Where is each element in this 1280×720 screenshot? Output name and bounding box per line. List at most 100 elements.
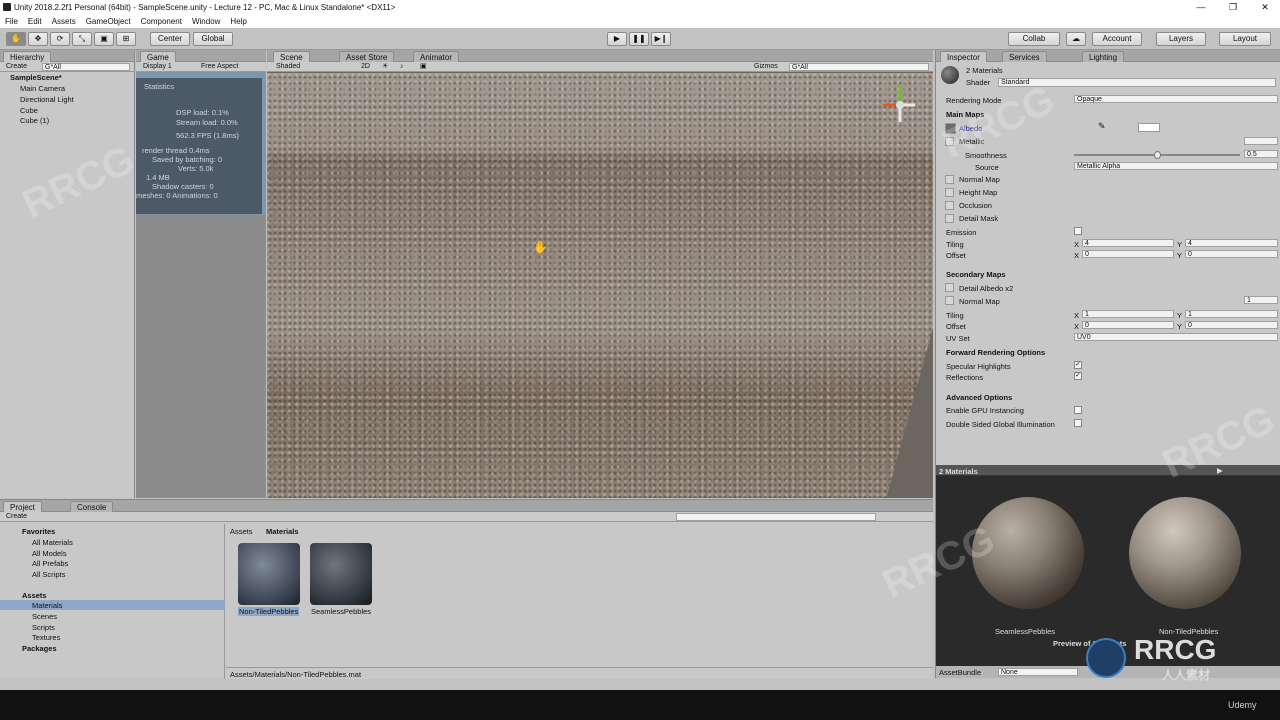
layers-button[interactable]: Layers	[1156, 32, 1206, 46]
project-create-button[interactable]: Create	[3, 513, 30, 521]
gizmos-select[interactable]: Gizmos	[751, 63, 781, 71]
tab-hierarchy[interactable]: Hierarchy	[3, 51, 52, 62]
pivot-center-button[interactable]: Center	[150, 32, 190, 46]
tab-animator[interactable]: Animator	[413, 51, 460, 62]
play-icon[interactable]: ▶	[607, 32, 627, 46]
menu-window[interactable]: Window	[192, 17, 220, 26]
tab-lighting[interactable]: Lighting	[1082, 51, 1125, 62]
effects-toggle-icon[interactable]: ▣	[417, 63, 430, 71]
smoothness-value-field[interactable]: 0.5	[1244, 150, 1278, 158]
asset-label[interactable]: SeamlessPebbles	[311, 607, 371, 616]
scene-search-input[interactable]: G*All	[789, 63, 929, 71]
tiling-y-field[interactable]: 4	[1185, 239, 1278, 247]
eyedropper-icon[interactable]: ✎	[1098, 121, 1106, 132]
scene-root[interactable]: SampleScene*	[10, 73, 62, 82]
smoothness-slider-track[interactable]	[1074, 151, 1240, 159]
account-button[interactable]: Account	[1092, 32, 1142, 46]
pivot-global-button[interactable]: Global	[193, 32, 233, 46]
layout-button[interactable]: Layout	[1219, 32, 1271, 46]
minimize-icon[interactable]: —	[1186, 0, 1216, 15]
collab-button[interactable]: Collab	[1008, 32, 1060, 46]
cloud-icon[interactable]: ☁	[1066, 32, 1086, 46]
asset-thumb-seamless[interactable]	[310, 543, 372, 605]
occlusion-slot[interactable]	[945, 201, 954, 210]
rect-tool-icon[interactable]: ▣	[94, 32, 114, 46]
assetbundle-select[interactable]: None	[998, 668, 1078, 676]
hierarchy-item[interactable]: Directional Light	[20, 95, 74, 104]
menu-assets[interactable]: Assets	[52, 17, 76, 26]
smoothness-slider-thumb[interactable]	[1154, 151, 1161, 159]
pause-icon[interactable]: ❚❚	[629, 32, 649, 46]
double-sided-checkbox[interactable]	[1074, 419, 1082, 427]
albedo-slot[interactable]	[945, 123, 956, 134]
normal-map-2-slot[interactable]	[945, 296, 954, 305]
shading-mode-select[interactable]: Shaded	[273, 63, 303, 71]
source-select[interactable]: Metallic Alpha	[1074, 162, 1278, 170]
lighting-toggle-icon[interactable]: ☀	[379, 63, 391, 71]
audio-toggle-icon[interactable]: ♪	[397, 63, 407, 71]
rotate-tool-icon[interactable]: ⟳	[50, 32, 70, 46]
sec-offset-x-field[interactable]: 0	[1082, 321, 1174, 329]
breadcrumb-materials[interactable]: Materials	[266, 527, 299, 536]
uvset-select[interactable]: UV0	[1074, 333, 1278, 341]
tab-project[interactable]: Project	[3, 501, 42, 512]
packages-heading[interactable]: Packages	[22, 644, 57, 653]
menu-component[interactable]: Component	[141, 17, 182, 26]
normal-scale-field[interactable]: 1	[1244, 296, 1278, 304]
detail-albedo-slot[interactable]	[945, 283, 954, 292]
folder-item[interactable]: Scenes	[32, 612, 57, 621]
breadcrumb-assets[interactable]: Assets	[230, 527, 253, 536]
hierarchy-item[interactable]: Cube	[20, 106, 38, 115]
menu-edit[interactable]: Edit	[28, 17, 42, 26]
folder-item[interactable]: Scripts	[32, 623, 55, 632]
favorites-item[interactable]: All Materials	[32, 538, 73, 547]
hierarchy-item[interactable]: Cube (1)	[20, 116, 49, 125]
favorites-heading[interactable]: Favorites	[22, 527, 55, 536]
project-search-input[interactable]	[676, 513, 876, 521]
close-icon[interactable]: ✕	[1250, 0, 1280, 15]
menu-file[interactable]: File	[5, 17, 18, 26]
folder-item[interactable]: Textures	[32, 633, 60, 642]
assets-heading[interactable]: Assets	[22, 591, 47, 600]
offset-y-field[interactable]: 0	[1185, 250, 1278, 258]
tab-game[interactable]: Game	[140, 51, 176, 62]
favorites-item[interactable]: All Prefabs	[32, 559, 68, 568]
offset-x-field[interactable]: 0	[1082, 250, 1174, 258]
reflections-checkbox[interactable]: ✓	[1074, 372, 1082, 380]
normal-map-slot[interactable]	[945, 175, 954, 184]
specular-checkbox[interactable]: ✓	[1074, 361, 1082, 369]
favorites-item[interactable]: All Scripts	[32, 570, 65, 579]
scene-gizmo[interactable]	[875, 80, 925, 130]
menu-gameobject[interactable]: GameObject	[86, 17, 131, 26]
menu-help[interactable]: Help	[230, 17, 246, 26]
emission-checkbox[interactable]	[1074, 227, 1082, 235]
hierarchy-search-input[interactable]: G*All	[42, 63, 130, 71]
hierarchy-item[interactable]: Main Camera	[20, 84, 65, 93]
tab-console[interactable]: Console	[70, 501, 114, 512]
asset-label[interactable]: Non-TiledPebbles	[238, 607, 300, 616]
step-icon[interactable]: ▶❙	[651, 32, 671, 46]
metallic-slot[interactable]	[945, 137, 954, 146]
toggle-2d-button[interactable]: 2D	[358, 63, 373, 71]
tab-inspector[interactable]: Inspector	[940, 51, 987, 62]
favorites-item[interactable]: All Models	[32, 549, 67, 558]
detail-mask-slot[interactable]	[945, 214, 954, 223]
tab-scene[interactable]: Scene	[273, 51, 310, 62]
aspect-select[interactable]: Free Aspect	[198, 63, 241, 71]
shader-select[interactable]: Standard	[998, 78, 1276, 87]
folder-item[interactable]: Materials	[32, 601, 62, 610]
tab-services[interactable]: Services	[1002, 51, 1047, 62]
display-select[interactable]: Display 1	[140, 63, 175, 71]
sec-offset-y-field[interactable]: 0	[1185, 321, 1278, 329]
scale-tool-icon[interactable]: ⤡	[72, 32, 92, 46]
asset-thumb-nontiled[interactable]	[238, 543, 300, 605]
hierarchy-create-button[interactable]: Create	[3, 63, 30, 71]
preview-play-icon[interactable]: ▶	[1217, 466, 1223, 475]
sec-tiling-x-field[interactable]: 1	[1082, 310, 1174, 318]
metallic-field[interactable]	[1244, 137, 1278, 145]
rendering-mode-select[interactable]: Opaque	[1074, 95, 1278, 103]
maximize-icon[interactable]: ❐	[1218, 0, 1248, 15]
height-map-slot[interactable]	[945, 188, 954, 197]
sec-tiling-y-field[interactable]: 1	[1185, 310, 1278, 318]
move-tool-icon[interactable]: ✥	[28, 32, 48, 46]
